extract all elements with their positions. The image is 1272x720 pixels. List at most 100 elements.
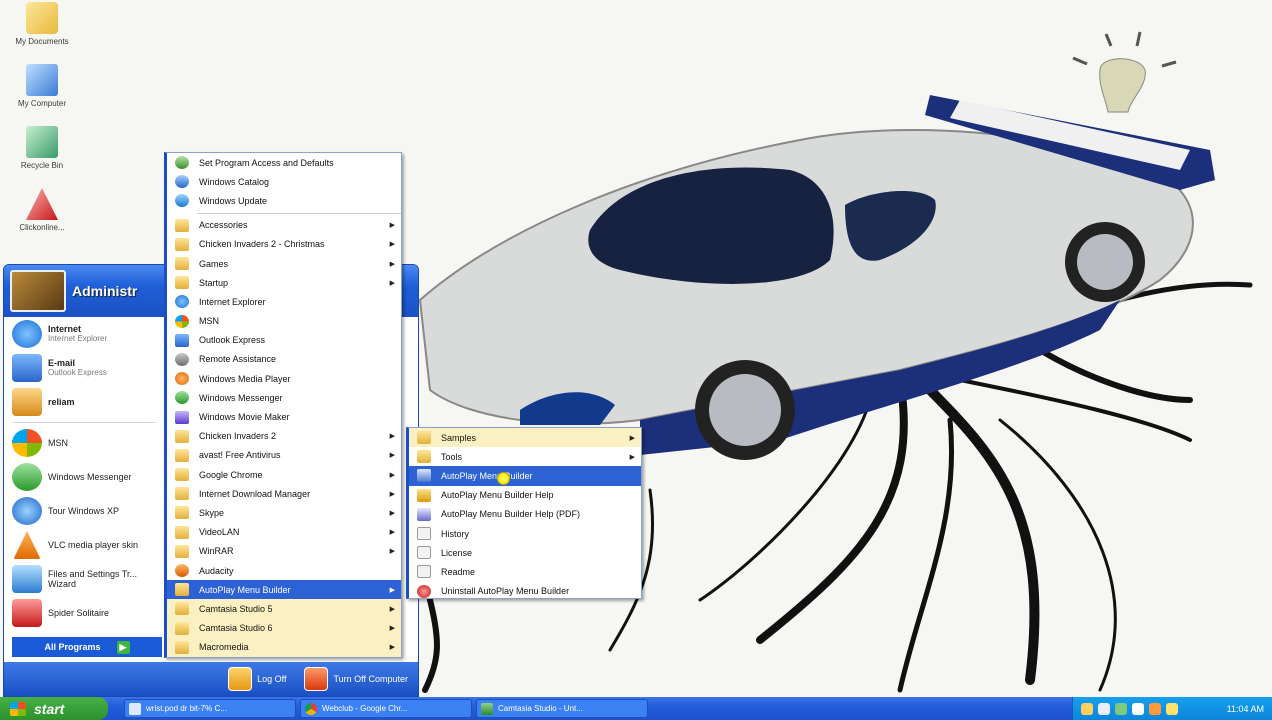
programs-menu-item[interactable]: Remote Assistance — [167, 350, 401, 369]
programs-menu-item-label: Remote Assistance — [199, 354, 277, 365]
user-name: Administr — [72, 283, 138, 299]
tray-icon[interactable] — [1166, 702, 1178, 715]
taskbar-button-label: wrist.pod dr bit-7% C... — [146, 704, 227, 713]
autoplay-menu-item-label: History — [441, 528, 470, 539]
programs-menu-item[interactable]: Windows Catalog — [167, 172, 401, 191]
programs-menu-item[interactable]: Internet Download Manager ▶ — [167, 484, 401, 503]
document-icon — [129, 702, 141, 715]
programs-menu-item[interactable]: Windows Movie Maker — [167, 407, 401, 426]
autoplay-menu-item-label: AutoPlay Menu Builder Help (PDF) — [441, 509, 581, 520]
desktop-icon-clickonline[interactable]: Clickonline... — [4, 188, 80, 232]
start-item-transfer-wizard[interactable]: Files and Settings Tr... Wizard — [4, 562, 164, 596]
defaults-icon — [175, 156, 189, 170]
turn-off-button[interactable]: Turn Off Computer — [304, 667, 408, 691]
start-item-spider-solitaire[interactable]: Spider Solitaire — [4, 596, 164, 630]
programs-menu-item-label: VideoLAN — [199, 527, 240, 538]
clock[interactable]: 11:04 AM — [1227, 704, 1264, 714]
movie-maker-icon — [175, 410, 189, 424]
start-item-reliam[interactable]: reliam — [4, 385, 164, 419]
programs-menu-item[interactable]: VideoLAN ▶ — [167, 523, 401, 542]
programs-menu-item[interactable]: Startup ▶ — [167, 273, 401, 292]
programs-menu-item-label: Internet Download Manager — [199, 488, 311, 499]
start-button[interactable]: start — [0, 697, 108, 720]
desktop-icon-my-computer[interactable]: My Computer — [4, 64, 80, 108]
desktop-icon-recycle-bin[interactable]: Recycle Bin — [4, 126, 80, 170]
autoplay-menu-item[interactable]: AutoPlay Menu Builder Help (PDF) — [409, 505, 641, 524]
taskbar-button[interactable]: wrist.pod dr bit-7% C... — [124, 699, 296, 718]
tray-icon[interactable] — [1149, 702, 1161, 715]
autoplay-menu-item[interactable]: AutoPlay Menu Builder — [409, 466, 641, 486]
programs-menu-item[interactable]: Camtasia Studio 5 ▶ — [167, 599, 401, 619]
folder-icon — [175, 487, 189, 501]
tray-icon[interactable] — [1098, 702, 1110, 715]
programs-menu-item[interactable]: Internet Explorer — [167, 292, 401, 311]
start-item-title: Spider Solitaire — [48, 608, 110, 618]
programs-menu-item[interactable]: MSN — [167, 312, 401, 331]
programs-menu-item[interactable]: WinRAR ▶ — [167, 542, 401, 561]
submenu-arrow-icon: ▶ — [629, 453, 635, 461]
autoplay-menu-item[interactable]: History — [409, 524, 641, 543]
programs-menu-item[interactable]: Accessories ▶ — [167, 216, 401, 235]
folder-icon — [175, 583, 189, 597]
programs-menu-item-label: Chicken Invaders 2 — [199, 431, 277, 442]
programs-menu-item[interactable]: AutoPlay Menu Builder ▶ — [167, 580, 401, 600]
autoplay-menu-item-label: Readme — [441, 566, 476, 577]
start-item-msn[interactable]: MSN — [4, 426, 164, 460]
programs-menu-item[interactable]: Windows Media Player — [167, 369, 401, 388]
programs-menu-item[interactable]: Macromedia ▶ — [167, 637, 401, 657]
folder-icon — [175, 525, 189, 539]
divider — [197, 212, 401, 214]
folder-documents-icon — [26, 2, 58, 34]
tray-icon[interactable] — [1132, 702, 1144, 715]
programs-menu-item[interactable]: Windows Messenger — [167, 388, 401, 407]
programs-menu-item-label: WinRAR — [199, 546, 234, 557]
programs-menu-item[interactable]: Chicken Invaders 2 - Christmas ▶ — [167, 235, 401, 254]
autoplay-menu-item-label: Uninstall AutoPlay Menu Builder — [441, 586, 570, 597]
desktop-icon-my-documents[interactable]: My Documents — [4, 2, 80, 46]
submenu-arrow-icon: ▶ — [389, 471, 395, 479]
taskbar-button-label: Webclub - Google Chr... — [322, 704, 408, 713]
programs-menu-item[interactable]: Skype ▶ — [167, 503, 401, 522]
autoplay-menu-item[interactable]: Tools ▶ — [409, 447, 641, 466]
start-item-internet[interactable]: Internet Internet Explorer — [4, 317, 164, 351]
programs-menu-item[interactable]: Outlook Express — [167, 331, 401, 350]
autoplay-menu-item-label: AutoPlay Menu Builder — [441, 470, 533, 481]
pdf-icon — [417, 507, 431, 521]
all-programs-button[interactable]: All Programs ▶ — [12, 637, 162, 657]
programs-menu-item[interactable]: Windows Update — [167, 191, 401, 210]
programs-menu-item[interactable]: Audacity — [167, 561, 401, 580]
start-item-subtitle: Outlook Express — [48, 368, 107, 377]
programs-menu-item-label: Startup — [199, 277, 229, 288]
autoplay-menu-builder-submenu: Samples ▶ Tools ▶ AutoPlay Menu Builder AutoP… — [406, 427, 642, 599]
programs-menu-item-label: Macromedia — [199, 642, 249, 653]
programs-menu-item[interactable]: Games ▶ — [167, 254, 401, 273]
programs-menu-item-label: Set Program Access and Defaults — [199, 157, 334, 168]
programs-menu-item[interactable]: Chicken Invaders 2 ▶ — [167, 427, 401, 446]
autoplay-menu-item[interactable]: AutoPlay Menu Builder Help — [409, 486, 641, 505]
programs-menu-item[interactable]: Set Program Access and Defaults — [167, 153, 401, 172]
programs-menu-item-label: Windows Movie Maker — [199, 412, 290, 423]
start-item-windows-messenger[interactable]: Windows Messenger — [4, 460, 164, 494]
taskbar-button[interactable]: Webclub - Google Chr... — [300, 699, 472, 718]
tray-icon[interactable] — [1081, 702, 1093, 715]
autoplay-menu-item[interactable]: Samples ▶ — [409, 428, 641, 448]
start-label: start — [34, 700, 65, 717]
start-item-email[interactable]: E-mail Outlook Express — [4, 351, 164, 385]
start-item-tour-windows[interactable]: Tour Windows XP — [4, 494, 164, 528]
programs-menu-item[interactable]: avast! Free Antivirus ▶ — [167, 446, 401, 465]
autoplay-menu-item[interactable]: Uninstall AutoPlay Menu Builder — [409, 582, 641, 601]
all-programs-label: All Programs — [44, 642, 101, 652]
autoplay-menu-item[interactable]: License — [409, 543, 641, 562]
start-item-vlc[interactable]: VLC media player skin — [4, 528, 164, 562]
tray-icon[interactable] — [1115, 702, 1127, 715]
taskbar-button[interactable]: Camtasia Studio - Unt... — [476, 699, 648, 718]
email-icon — [12, 354, 42, 382]
log-off-button[interactable]: Log Off — [228, 667, 286, 691]
autoplay-menu-item[interactable]: Readme — [409, 562, 641, 581]
chrome-icon — [305, 702, 317, 715]
app-icon — [12, 388, 42, 416]
email-icon — [175, 333, 189, 347]
programs-menu-item[interactable]: Camtasia Studio 6 ▶ — [167, 618, 401, 638]
folder-icon — [175, 237, 189, 251]
programs-menu-item[interactable]: Google Chrome ▶ — [167, 465, 401, 484]
